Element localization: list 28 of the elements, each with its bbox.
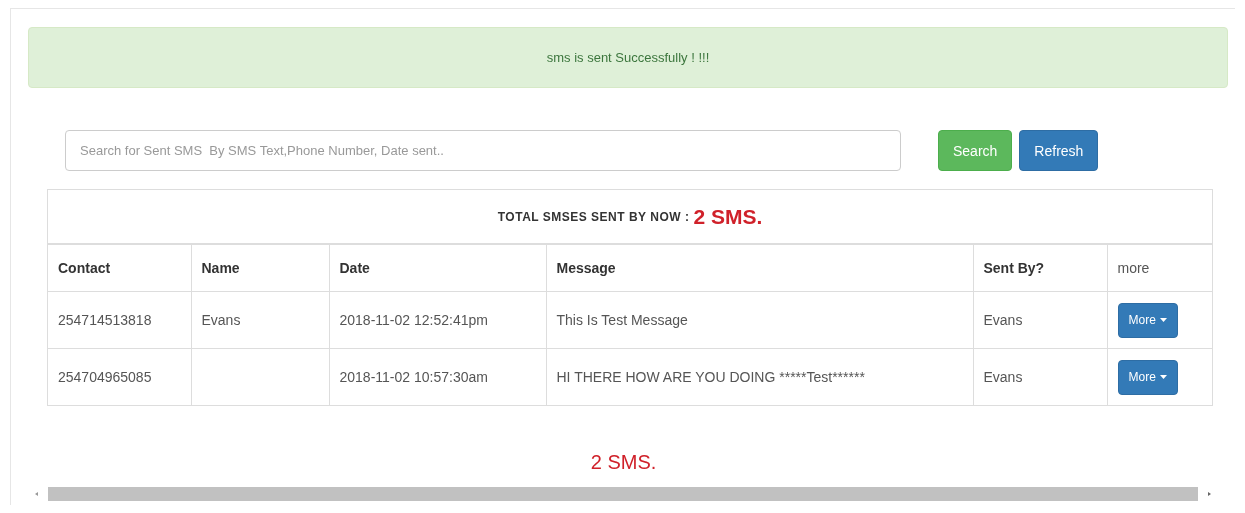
table-cell: 254704965085 (58, 369, 152, 385)
sms-count: 2 SMS. (590, 451, 657, 473)
table-cell: 2018-11-02 10:57:30am (339, 369, 488, 385)
table-cell: Evans (201, 312, 241, 328)
search-button[interactable]: Search (938, 130, 1013, 171)
column-header: Sent By? (983, 260, 1045, 276)
total-count: 2 SMS. (693, 204, 763, 229)
scroll-right-icon[interactable] (1206, 491, 1212, 497)
column-header: Message (556, 260, 616, 276)
caret-icon (1159, 375, 1167, 379)
refresh-button[interactable]: Refresh (1019, 130, 1099, 171)
column-header: Date (339, 260, 370, 276)
caret-icon (1159, 318, 1167, 322)
scroll-left-icon[interactable] (34, 491, 40, 497)
table-cell: This Is Test Message (556, 312, 688, 328)
table-cell: 2018-11-02 12:52:41pm (339, 312, 488, 328)
table-cell: Evans (983, 369, 1023, 385)
column-header: Name (201, 260, 240, 276)
table-title: TOTAL SMSES SENT BY NOW : (497, 209, 690, 224)
success-alert: sms is sent Successfully ! !!! (28, 27, 1228, 88)
table-cell: HI THERE HOW ARE YOU DOING *****Test****** (556, 369, 865, 385)
column-header: Contact (58, 260, 111, 276)
more-dropdown-button[interactable]: More (1117, 302, 1178, 338)
table-cell: Evans (983, 312, 1023, 328)
column-header: more (1117, 260, 1150, 276)
more-dropdown-button[interactable]: More (1117, 359, 1178, 395)
search-field[interactable]: Search for Sent SMS By SMS Text,Phone Number, Date sent.. (65, 130, 901, 171)
table-cell: 254714513818 (58, 312, 152, 328)
